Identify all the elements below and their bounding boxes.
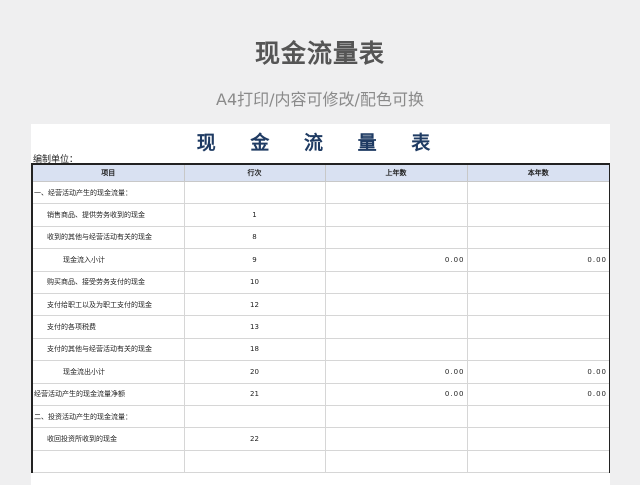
line-cell[interactable]: 22 (183, 427, 326, 451)
line-cell[interactable] (183, 449, 326, 474)
prev-year-cell[interactable]: 0.00 (324, 382, 468, 406)
page-subtitle: A4打印/内容可修改/配色可换 (216, 90, 424, 109)
this-year-cell[interactable] (466, 404, 610, 429)
header-item: 项目 (31, 163, 185, 182)
table-row: 经营活动产生的现金流量净额 21 0.00 0.00 (31, 382, 610, 406)
prev-year-cell[interactable] (324, 404, 468, 429)
prev-year-cell[interactable] (324, 449, 468, 474)
item-cell[interactable]: 支付的各项税费 (31, 315, 185, 339)
prev-year-cell[interactable] (324, 270, 468, 294)
line-cell[interactable]: 18 (183, 337, 326, 362)
line-cell[interactable] (183, 404, 326, 429)
this-year-cell[interactable]: 0.00 (466, 360, 610, 384)
this-year-cell[interactable]: 0.00 (466, 382, 610, 406)
prev-year-cell[interactable] (324, 292, 468, 317)
this-year-cell[interactable] (466, 315, 610, 339)
this-year-cell[interactable] (466, 449, 610, 474)
item-cell[interactable]: 经营活动产生的现金流量净额 (31, 382, 185, 406)
prev-year-cell[interactable]: 0.00 (324, 248, 468, 272)
line-cell[interactable]: 13 (183, 315, 326, 339)
prev-year-cell[interactable] (324, 180, 468, 205)
table-row: 支付的其他与经营活动有关的现金 18 (31, 337, 610, 362)
item-cell[interactable]: 销售商品、提供劳务收到的现金 (31, 203, 185, 227)
table-row: 支付给职工以及为职工支付的现金 12 (31, 292, 610, 317)
table-row: 购买商品、接受劳务支付的现金 10 (31, 270, 610, 294)
cash-flow-table: 项目 行次 上年数 本年数 一、经营活动产生的现金流量： 销售商品、提供劳务收到… (31, 163, 610, 474)
this-year-cell[interactable]: 0.00 (466, 248, 610, 272)
table-row (31, 449, 610, 474)
prev-year-cell[interactable] (324, 225, 468, 250)
line-cell[interactable]: 20 (183, 360, 326, 384)
item-cell[interactable]: 收到的其他与经营活动有关的现金 (31, 225, 185, 250)
prev-year-cell[interactable]: 0.00 (324, 360, 468, 384)
this-year-cell[interactable] (466, 203, 610, 227)
table-row: 收到的其他与经营活动有关的现金 8 (31, 225, 610, 250)
table-row: 现金流出小计 20 0.00 0.00 (31, 360, 610, 384)
item-cell[interactable]: 支付的其他与经营活动有关的现金 (31, 337, 185, 362)
line-cell[interactable]: 8 (183, 225, 326, 250)
this-year-cell[interactable] (466, 292, 610, 317)
prev-year-cell[interactable] (324, 337, 468, 362)
line-cell[interactable]: 21 (183, 382, 326, 406)
item-cell[interactable]: 现金流入小计 (31, 248, 185, 272)
item-cell[interactable]: 购买商品、接受劳务支付的现金 (31, 270, 185, 294)
line-cell[interactable]: 12 (183, 292, 326, 317)
table-row: 支付的各项税费 13 (31, 315, 610, 339)
table-row: 一、经营活动产生的现金流量： (31, 180, 610, 205)
cash-flow-sheet: 现 金 流 量 表 编制单位： 项目 行次 上年数 本年数 一、经营活动产生的现… (31, 124, 610, 485)
item-cell[interactable] (31, 449, 185, 474)
table-row: 销售商品、提供劳务收到的现金 1 (31, 203, 610, 227)
line-cell[interactable] (183, 180, 326, 205)
item-cell[interactable]: 收回投资所收到的现金 (31, 427, 185, 451)
page-title: 现金流量表 (254, 39, 385, 68)
item-cell[interactable]: 支付给职工以及为职工支付的现金 (31, 292, 185, 317)
prev-year-cell[interactable] (324, 427, 468, 451)
table-row: 现金流入小计 9 0.00 0.00 (31, 248, 610, 272)
sheet-title: 现 金 流 量 表 (196, 132, 445, 154)
item-cell[interactable]: 一、经营活动产生的现金流量： (31, 180, 185, 205)
this-year-cell[interactable] (466, 180, 610, 205)
table-header-row: 项目 行次 上年数 本年数 (31, 163, 610, 182)
this-year-cell[interactable] (466, 337, 610, 362)
item-cell[interactable]: 现金流出小计 (31, 360, 185, 384)
prev-year-cell[interactable] (324, 315, 468, 339)
line-cell[interactable]: 10 (183, 270, 326, 294)
prev-year-cell[interactable] (324, 203, 468, 227)
header-line: 行次 (183, 163, 326, 182)
table-row: 收回投资所收到的现金 22 (31, 427, 610, 451)
item-cell[interactable]: 二、投资活动产生的现金流量： (31, 404, 185, 429)
header-this-year: 本年数 (466, 163, 610, 182)
table-row: 二、投资活动产生的现金流量： (31, 404, 610, 429)
header-prev-year: 上年数 (324, 163, 468, 182)
line-cell[interactable]: 1 (183, 203, 326, 227)
this-year-cell[interactable] (466, 270, 610, 294)
this-year-cell[interactable] (466, 427, 610, 451)
line-cell[interactable]: 9 (183, 248, 326, 272)
this-year-cell[interactable] (466, 225, 610, 250)
